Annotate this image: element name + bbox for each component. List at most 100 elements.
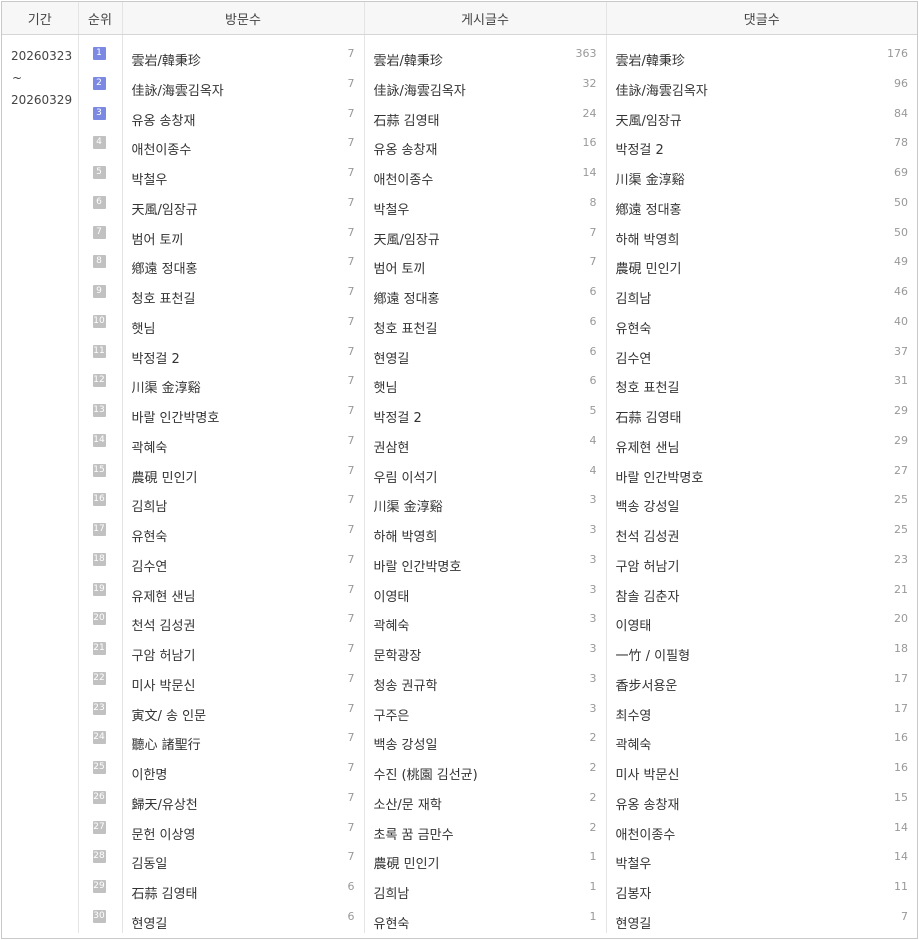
member-nickname-link[interactable]: 유옹 송창재 <box>616 794 680 813</box>
member-nickname-link[interactable]: 애천이종수 <box>616 824 676 843</box>
member-nickname-link[interactable]: 천석 김성권 <box>616 526 680 545</box>
member-nickname-link[interactable]: 수진 (桃園 김선균) <box>374 764 478 783</box>
member-nickname-link[interactable]: 川渠 金淳谿 <box>616 169 685 188</box>
member-nickname-link[interactable]: 天風/임장규 <box>374 229 440 248</box>
member-nickname-link[interactable]: 佳詠/海雲김옥자 <box>374 80 466 99</box>
member-nickname-link[interactable]: 김수연 <box>132 556 168 575</box>
visits-count: 7 <box>347 790 355 804</box>
member-nickname-link[interactable]: 바랄 인간박명호 <box>616 467 704 486</box>
member-nickname-link[interactable]: 유옹 송창재 <box>132 110 196 129</box>
member-nickname-link[interactable]: 聽心 諸聖行 <box>132 734 201 753</box>
rank-item: 10 <box>79 308 122 338</box>
member-nickname-link[interactable]: 미사 박문신 <box>132 675 196 694</box>
member-nickname-link[interactable]: 현영길 <box>374 348 410 367</box>
member-nickname-link[interactable]: 바랄 인간박명호 <box>374 556 462 575</box>
member-nickname-link[interactable]: 박철우 <box>374 199 410 218</box>
member-nickname-link[interactable]: 소산/문 재학 <box>374 794 442 813</box>
member-nickname-link[interactable]: 天風/임장규 <box>132 199 198 218</box>
member-nickname-link[interactable]: 農硯 민인기 <box>616 258 682 277</box>
header-period: 기간 <box>2 2 79 35</box>
member-nickname-link[interactable]: 초록 꿈 금만수 <box>374 824 454 843</box>
comments-list-item: 애천이종수 14 <box>607 814 918 844</box>
member-nickname-link[interactable]: 곽혜숙 <box>132 437 168 456</box>
member-nickname-link[interactable]: 바랄 인간박명호 <box>132 407 220 426</box>
member-nickname-link[interactable]: 유현숙 <box>132 526 168 545</box>
member-nickname-link[interactable]: 청송 권규학 <box>374 675 438 694</box>
member-nickname-link[interactable]: 김희남 <box>616 288 652 307</box>
member-nickname-link[interactable]: 一竹 / 이필형 <box>616 645 691 664</box>
member-nickname-link[interactable]: 김희남 <box>374 883 410 902</box>
member-nickname-link[interactable]: 청호 표천길 <box>616 377 680 396</box>
member-nickname-link[interactable]: 유현숙 <box>374 913 410 932</box>
member-nickname-link[interactable]: 박정걸 2 <box>616 139 664 158</box>
member-nickname-link[interactable]: 박철우 <box>616 853 652 872</box>
member-nickname-link[interactable]: 범어 토끼 <box>374 258 426 277</box>
visits-list-item: 김희남 7 <box>123 486 364 516</box>
member-nickname-link[interactable]: 유제현 샌님 <box>132 586 196 605</box>
member-nickname-link[interactable]: 현영길 <box>132 913 168 932</box>
member-nickname-link[interactable]: 백송 강성일 <box>616 496 680 515</box>
member-nickname-link[interactable]: 권삼현 <box>374 437 410 456</box>
member-nickname-link[interactable]: 김수연 <box>616 348 652 367</box>
member-nickname-link[interactable]: 歸天/유상천 <box>132 794 198 813</box>
member-nickname-link[interactable]: 石蒜 김영태 <box>616 407 682 426</box>
member-nickname-link[interactable]: 구암 허남기 <box>616 556 680 575</box>
member-nickname-link[interactable]: 문학광장 <box>374 645 422 664</box>
comments-list-item: 유제현 샌님 29 <box>607 427 918 457</box>
member-nickname-link[interactable]: 참솔 김춘자 <box>616 586 680 605</box>
member-nickname-link[interactable]: 문헌 이상영 <box>132 824 196 843</box>
member-nickname-link[interactable]: 김봉자 <box>616 883 652 902</box>
member-nickname-link[interactable]: 佳詠/海雲김옥자 <box>616 80 708 99</box>
member-nickname-link[interactable]: 박정걸 2 <box>132 348 180 367</box>
member-nickname-link[interactable]: 범어 토끼 <box>132 229 184 248</box>
member-nickname-link[interactable]: 鄕遠 정대홍 <box>132 258 198 277</box>
member-nickname-link[interactable]: 애천이종수 <box>374 169 434 188</box>
member-nickname-link[interactable]: 이영태 <box>616 615 652 634</box>
member-nickname-link[interactable]: 현영길 <box>616 913 652 932</box>
member-nickname-link[interactable]: 寅文/ 송 인문 <box>132 705 207 724</box>
member-nickname-link[interactable]: 農硯 민인기 <box>132 467 198 486</box>
member-nickname-link[interactable]: 우림 이석기 <box>374 467 438 486</box>
member-nickname-link[interactable]: 佳詠/海雲김옥자 <box>132 80 224 99</box>
member-nickname-link[interactable]: 구주은 <box>374 705 410 724</box>
member-nickname-link[interactable]: 鄕遠 정대홍 <box>374 288 440 307</box>
member-nickname-link[interactable]: 곽혜숙 <box>374 615 410 634</box>
member-nickname-link[interactable]: 김희남 <box>132 496 168 515</box>
member-nickname-link[interactable]: 農硯 민인기 <box>374 853 440 872</box>
member-nickname-link[interactable]: 香步서용운 <box>616 675 678 694</box>
member-nickname-link[interactable]: 애천이종수 <box>132 139 192 158</box>
member-nickname-link[interactable]: 石蒜 김영태 <box>132 883 198 902</box>
member-nickname-link[interactable]: 박철우 <box>132 169 168 188</box>
member-nickname-link[interactable]: 雲岩/韓秉珍 <box>616 50 685 69</box>
member-nickname-link[interactable]: 햇님 <box>132 318 156 337</box>
member-nickname-link[interactable]: 石蒜 김영태 <box>374 110 440 129</box>
member-nickname-link[interactable]: 청호 표천길 <box>132 288 196 307</box>
member-nickname-link[interactable]: 鄕遠 정대홍 <box>616 199 682 218</box>
member-nickname-link[interactable]: 백송 강성일 <box>374 734 438 753</box>
member-nickname-link[interactable]: 川渠 金淳谿 <box>132 377 201 396</box>
rank-badge: 1 <box>92 47 106 60</box>
member-nickname-link[interactable]: 유현숙 <box>616 318 652 337</box>
member-nickname-link[interactable]: 최수영 <box>616 705 652 724</box>
member-nickname-link[interactable]: 구암 허남기 <box>132 645 196 664</box>
member-nickname-link[interactable]: 天風/임장규 <box>616 110 682 129</box>
member-nickname-link[interactable]: 청호 표천길 <box>374 318 438 337</box>
member-nickname-link[interactable]: 박정걸 2 <box>374 407 422 426</box>
visits-count: 6 <box>347 909 355 923</box>
member-nickname-link[interactable]: 이영태 <box>374 586 410 605</box>
comments-count: 29 <box>894 404 908 417</box>
member-nickname-link[interactable]: 雲岩/韓秉珍 <box>374 50 443 69</box>
member-nickname-link[interactable]: 김동일 <box>132 853 168 872</box>
member-nickname-link[interactable]: 하해 박영희 <box>374 526 438 545</box>
member-nickname-link[interactable]: 미사 박문신 <box>616 764 680 783</box>
member-nickname-link[interactable]: 雲岩/韓秉珍 <box>132 50 201 69</box>
member-nickname-link[interactable]: 이한명 <box>132 764 168 783</box>
member-nickname-link[interactable]: 하해 박영희 <box>616 229 680 248</box>
member-nickname-link[interactable]: 햇님 <box>374 377 398 396</box>
member-nickname-link[interactable]: 川渠 金淳谿 <box>374 496 443 515</box>
member-nickname-link[interactable]: 유제현 샌님 <box>616 437 680 456</box>
posts-count: 3 <box>589 671 597 685</box>
member-nickname-link[interactable]: 곽혜숙 <box>616 734 652 753</box>
member-nickname-link[interactable]: 천석 김성권 <box>132 615 196 634</box>
member-nickname-link[interactable]: 유옹 송창재 <box>374 139 438 158</box>
